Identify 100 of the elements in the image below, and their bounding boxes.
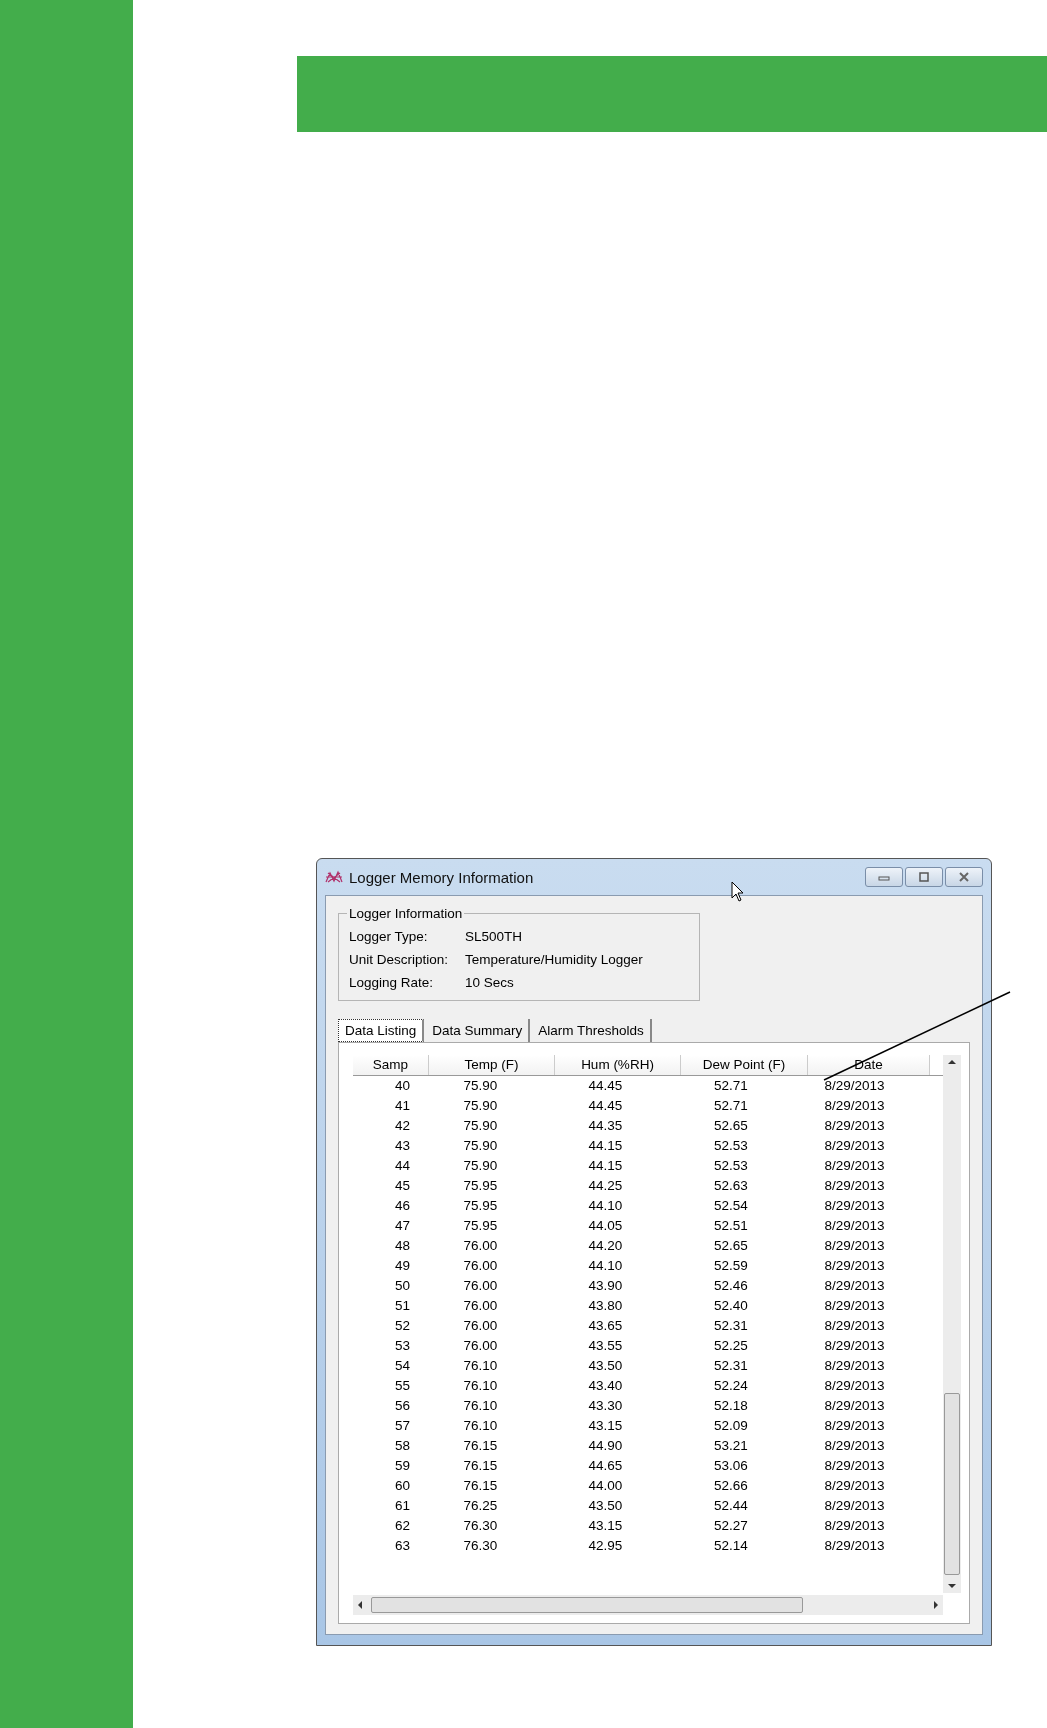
table-cell-text: 8/29/2013 [823,1517,886,1535]
column-header[interactable]: Date [808,1055,930,1075]
column-header[interactable]: Hum (%RH) [555,1055,681,1075]
column-header[interactable]: Dew Point (F) [681,1055,808,1075]
minimize-button[interactable] [865,867,903,887]
table-cell-text: 8/29/2013 [823,1197,886,1215]
group-title: Logger Information [348,906,464,921]
table-cell-text: 52.53 [713,1157,749,1175]
table-cell-text: 52.65 [713,1237,749,1255]
field-label: Logging Rate: [349,975,435,990]
table-cell-text: 8/29/2013 [823,1357,886,1375]
table-cell-text: 76.15 [462,1437,499,1455]
table-cell-text: 76.15 [462,1477,499,1495]
table-cell-text: 75.95 [462,1197,499,1215]
table-cell-text: 44.00 [587,1477,624,1495]
table-cell-text: 44.20 [587,1237,624,1255]
table-cell-text: 40 [393,1077,411,1095]
field-label: Logger Type: [349,929,429,944]
table-cell-text: 50 [393,1277,411,1295]
vertical-scrollbar[interactable] [943,1055,961,1593]
maximize-icon [918,872,930,882]
table-cell-text: 52.27 [713,1517,749,1535]
table-cell-text: 52.09 [713,1417,749,1435]
close-icon [958,872,970,882]
left-arrow-icon [357,1601,363,1609]
table-cell-text: 8/29/2013 [823,1097,886,1115]
down-arrow-icon [948,1583,956,1589]
table-cell-text: 53 [393,1337,411,1355]
table-cell-text: 76.30 [462,1537,499,1555]
table-cell-text: 44.10 [587,1257,624,1275]
table-cell-text: 44.10 [587,1197,624,1215]
table-cell-text: 43.15 [587,1517,624,1535]
table-cell-text: 52.14 [713,1537,749,1555]
table-cell-text: 76.00 [462,1237,499,1255]
table-cell-text: 61 [393,1497,411,1515]
table-cell-text: 49 [393,1257,411,1275]
mouse-cursor-icon [731,881,745,903]
table-cell-text: 76.00 [462,1337,499,1355]
horizontal-scrollbar[interactable] [353,1595,943,1615]
table-cell-text: 43.15 [587,1417,624,1435]
table-cell-text: 52.53 [713,1137,749,1155]
table-cell-text: 8/29/2013 [823,1117,886,1135]
table-cell-text: 75.90 [462,1157,499,1175]
table-cell-text: 52.46 [713,1277,749,1295]
app-icon [325,869,343,885]
table-cell-text: 44.90 [587,1437,624,1455]
table-cell-text: 52.18 [713,1397,749,1415]
field-value: SL500TH [465,929,523,944]
table-cell-text: 8/29/2013 [823,1257,886,1275]
table-cell-text: 52.24 [713,1377,749,1395]
table-cell-text: 52.44 [713,1497,749,1515]
table-cell-text: 52.71 [713,1077,749,1095]
table-cell-text: 59 [393,1457,411,1475]
table-cell-text: 43.80 [587,1297,624,1315]
table-cell-text: 56 [393,1397,411,1415]
table-cell-text: 75.95 [462,1217,499,1235]
close-button[interactable] [945,867,983,887]
table-cell-text: 76.10 [462,1377,499,1395]
table-cell-text: 8/29/2013 [823,1317,886,1335]
table-cell-text: 76.00 [462,1257,499,1275]
window-title: Logger Memory Information [349,868,534,886]
table-cell-text: 41 [393,1097,411,1115]
table-cell-text: 8/29/2013 [823,1217,886,1235]
table-cell-text: 8/29/2013 [823,1177,886,1195]
table-cell-text: 8/29/2013 [823,1337,886,1355]
table-cell-text: 52.63 [713,1177,749,1195]
minimize-icon [878,873,890,881]
table-cell-text: 8/29/2013 [823,1457,886,1475]
table-cell-text: 52.71 [713,1097,749,1115]
table-cell-text: 45 [393,1177,411,1195]
table-cell-text: 60 [393,1477,411,1495]
table-cell-text: 55 [393,1377,411,1395]
tab[interactable]: Data Listing [338,1019,425,1042]
table-cell-text: 8/29/2013 [823,1237,886,1255]
table-cell-text: 8/29/2013 [823,1157,886,1175]
table-cell-text: 8/29/2013 [823,1477,886,1495]
table-cell-text: 76.00 [462,1297,499,1315]
table-cell-text: 76.00 [462,1277,499,1295]
maximize-button[interactable] [905,867,943,887]
column-header[interactable]: Temp (F) [429,1055,555,1075]
field-value: 10 Secs [465,975,514,990]
table-cell-text: 52.65 [713,1117,749,1135]
table-cell-text: 75.90 [462,1117,499,1135]
column-header[interactable]: Samp [353,1055,429,1075]
table-cell-text: 62 [393,1517,411,1535]
table-cell-text: 51 [393,1297,411,1315]
table-cell-text: 43.50 [587,1357,624,1375]
up-arrow-icon [948,1059,956,1065]
field-value: Temperature/Humidity Logger [465,952,643,967]
table-cell-text: 8/29/2013 [823,1497,886,1515]
table-cell-text: 76.10 [462,1397,499,1415]
table-cell-text: 52.31 [713,1317,749,1335]
table-cell-text: 76.00 [462,1317,499,1335]
table-cell-text: 52 [393,1317,411,1335]
table-cell-text: 44 [393,1157,411,1175]
table-cell-text: 44.45 [587,1077,624,1095]
table-cell-text: 52.66 [713,1477,749,1495]
table-cell-text: 76.30 [462,1517,499,1535]
table-cell-text: 75.90 [462,1077,499,1095]
table-cell-text: 75.90 [462,1137,499,1155]
